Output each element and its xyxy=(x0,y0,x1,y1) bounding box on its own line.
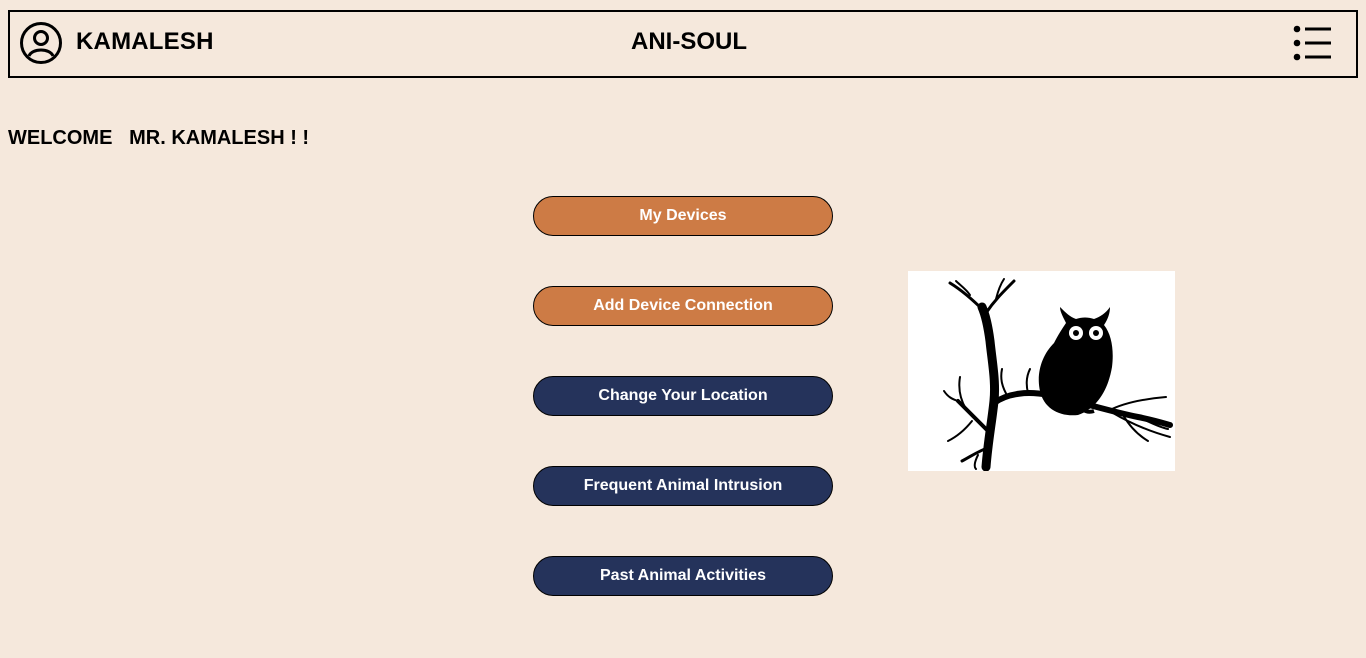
change-location-button[interactable]: Change Your Location xyxy=(533,376,833,416)
my-devices-button[interactable]: My Devices xyxy=(533,196,833,236)
app-header: KAMALESH ANI-SOUL xyxy=(8,10,1358,78)
owl-silhouette xyxy=(943,278,1173,472)
app-title: ANI-SOUL xyxy=(631,28,747,55)
past-animal-activities-button[interactable]: Past Animal Activities xyxy=(533,556,833,596)
list-menu-icon[interactable] xyxy=(1292,25,1332,61)
add-device-connection-button[interactable]: Add Device Connection xyxy=(533,286,833,326)
welcome-message: WELCOME MR. KAMALESH ! ! xyxy=(8,127,310,149)
frequent-animal-intrusion-button[interactable]: Frequent Animal Intrusion xyxy=(533,466,833,506)
user-circle-icon[interactable] xyxy=(19,21,63,65)
user-name: KAMALESH xyxy=(76,28,214,55)
owl-image xyxy=(908,271,1175,472)
